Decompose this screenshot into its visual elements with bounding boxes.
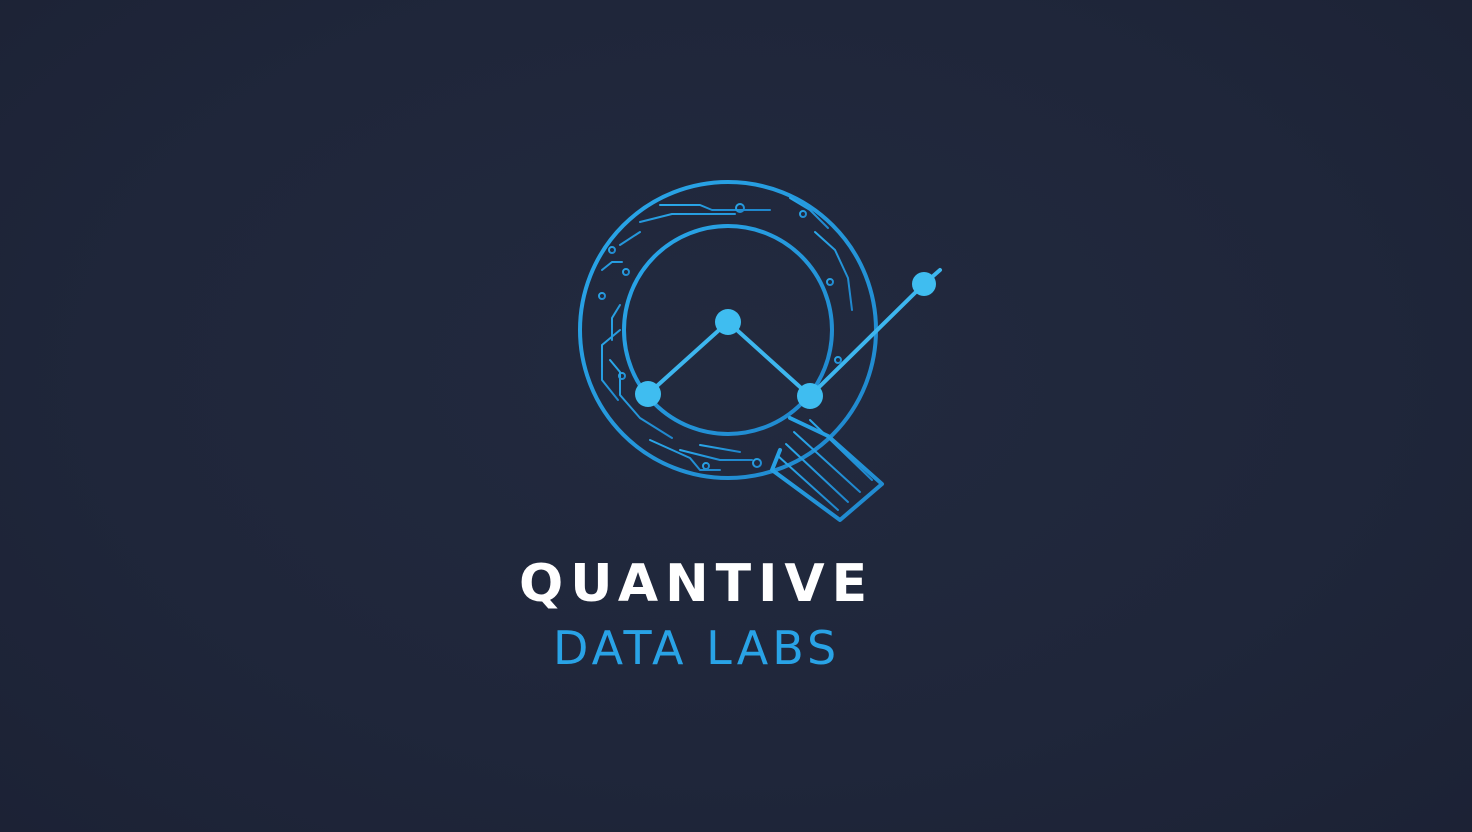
brand-name: QUANTIVE [519,554,875,614]
magnifier-q-circuit-chart-icon [578,180,942,522]
brand-tagline: DATA LABS [553,621,841,675]
